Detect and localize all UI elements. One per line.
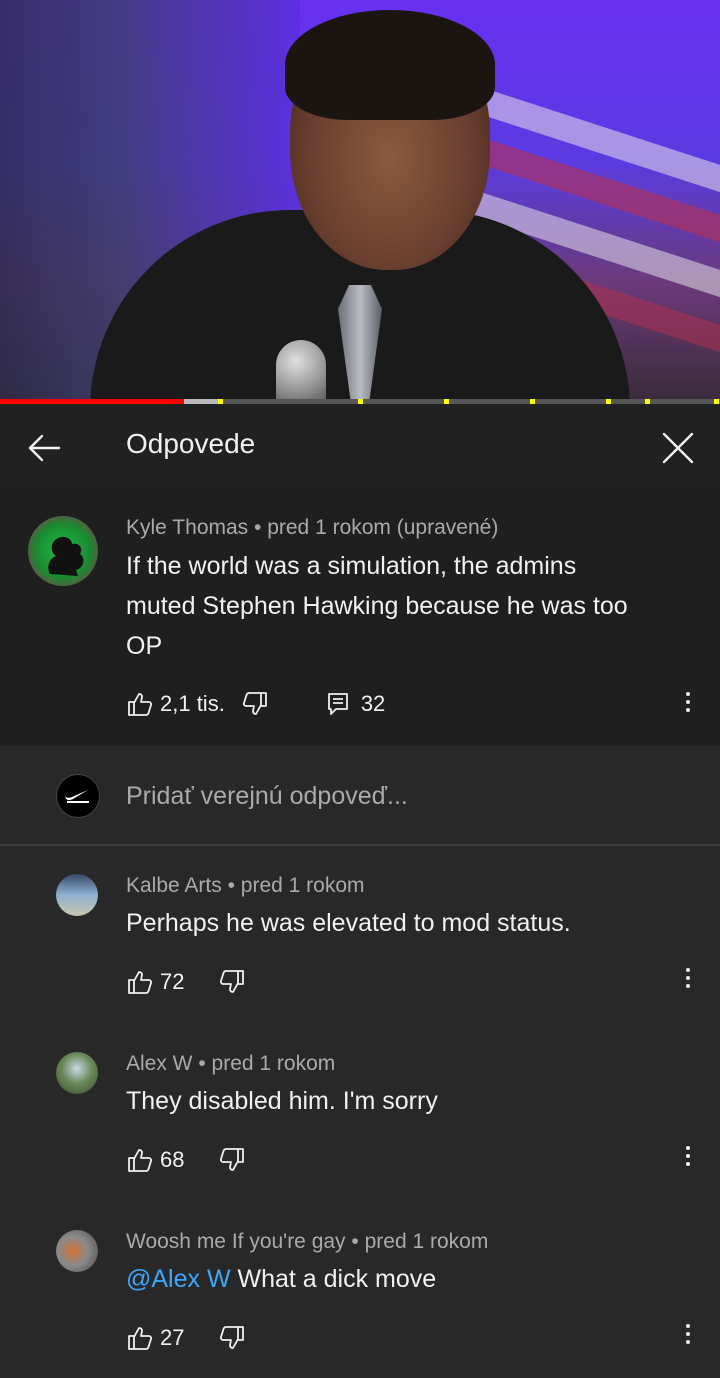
- thumbs-up-icon: [128, 693, 153, 716]
- comment-text-content: What a dick move: [230, 1265, 437, 1293]
- avatar[interactable]: [56, 1052, 98, 1094]
- more-options-icon[interactable]: [678, 1142, 698, 1178]
- add-reply-row[interactable]: Pridať verejnú odpoveď...: [0, 746, 720, 846]
- comment-text-content: Perhaps he was elevated to mod status.: [126, 909, 571, 937]
- thumbs-up-icon: [128, 971, 153, 994]
- meta-separator: •: [192, 1052, 212, 1075]
- thumbs-up-icon: [128, 1149, 153, 1172]
- more-options-icon[interactable]: [678, 964, 698, 1000]
- microphone: [276, 340, 326, 404]
- meta-separator: •: [221, 874, 241, 897]
- comment-author[interactable]: Alex W: [126, 1052, 193, 1075]
- comment-time: pred 1 rokom: [240, 874, 365, 897]
- thumbs-down-icon[interactable]: [218, 1146, 246, 1174]
- like-button[interactable]: 27: [126, 1324, 184, 1352]
- page-title: Odpovede: [126, 428, 256, 459]
- meta-separator: •: [248, 516, 268, 539]
- thumbs-down-icon[interactable]: [218, 1324, 246, 1352]
- replies-button[interactable]: 32: [325, 691, 385, 717]
- video-player[interactable]: [0, 0, 720, 404]
- parent-comment: Kyle Thomas • pred 1 rokom (upravené) If…: [0, 488, 720, 746]
- comment-text: If the world was a simulation, the admin…: [126, 546, 696, 666]
- meta-separator: •: [345, 1230, 365, 1253]
- user-avatar: [56, 774, 100, 818]
- comment-time: pred 1 rokom: [364, 1230, 489, 1253]
- comment-meta: Kyle Thomas • pred 1 rokom (upravené): [126, 516, 498, 540]
- avatar[interactable]: [56, 874, 98, 916]
- comment-author[interactable]: Kalbe Arts: [126, 874, 222, 897]
- mention-link[interactable]: @Alex W: [126, 1265, 231, 1293]
- comment-text-line: muted Stephen Hawking because he was too: [126, 592, 628, 620]
- comment-meta: Kalbe Arts • pred 1 rokom: [126, 874, 365, 898]
- like-count: 72: [160, 969, 185, 994]
- comment-author[interactable]: Kyle Thomas: [126, 516, 248, 539]
- avatar[interactable]: [28, 516, 98, 586]
- like-count: 27: [160, 1325, 185, 1350]
- swoosh-icon: [65, 790, 89, 803]
- comment-meta: Woosh me If you're gay • pred 1 rokom: [126, 1230, 488, 1254]
- avatar[interactable]: [56, 1230, 98, 1272]
- comment-actions: 72: [126, 964, 246, 1000]
- more-options-icon[interactable]: [678, 1320, 698, 1356]
- like-count: 2,1 tis.: [160, 691, 225, 716]
- comment-text-content: They disabled him. I'm sorry: [126, 1087, 438, 1115]
- thumbs-down-icon[interactable]: [218, 968, 246, 996]
- more-options-icon[interactable]: [678, 688, 698, 724]
- comment-time: pred 1 rokom: [211, 1052, 336, 1075]
- comment-text: Perhaps he was elevated to mod status.: [126, 903, 696, 943]
- replies-header: Odpovede: [0, 404, 720, 488]
- thumbs-down-icon[interactable]: [241, 690, 269, 718]
- comment-actions: 2,1 tis. 32: [126, 686, 385, 722]
- comment-meta: Alex W • pred 1 rokom: [126, 1052, 335, 1076]
- replies-count: 32: [360, 691, 386, 716]
- like-count: 68: [160, 1147, 185, 1172]
- comment-time: pred 1 rokom (upravené): [267, 516, 499, 539]
- comment-text-line: OP: [126, 632, 163, 660]
- like-button[interactable]: 68: [126, 1146, 184, 1174]
- comment-actions: 27: [126, 1320, 246, 1356]
- comment-actions: 68: [126, 1142, 246, 1178]
- close-icon[interactable]: [656, 426, 700, 470]
- comment-text: They disabled him. I'm sorry: [126, 1081, 696, 1121]
- video-person-hair: [285, 10, 495, 120]
- reply-input[interactable]: Pridať verejnú odpoveď...: [126, 782, 408, 811]
- like-button[interactable]: 2,1 tis.: [126, 690, 225, 718]
- back-arrow-icon[interactable]: [24, 428, 64, 468]
- comment-author[interactable]: Woosh me If you're gay: [126, 1230, 346, 1253]
- like-button[interactable]: 72: [126, 968, 184, 996]
- comment-text-line: If the world was a simulation, the admin…: [126, 552, 577, 580]
- comment-text: @Alex W What a dick move: [126, 1259, 696, 1299]
- reply-comment-icon: [327, 693, 348, 715]
- thumbs-up-icon: [128, 1327, 153, 1350]
